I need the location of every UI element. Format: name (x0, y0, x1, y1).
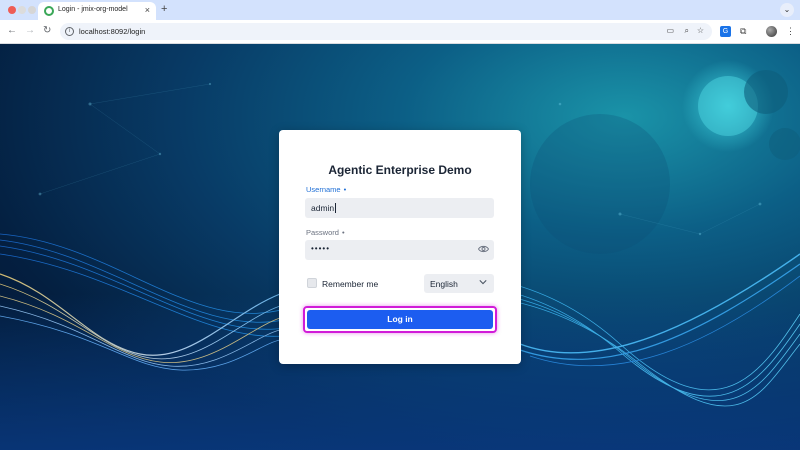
forward-icon[interactable]: → (25, 25, 35, 37)
new-tab-button[interactable]: + (161, 3, 167, 15)
favicon-icon (44, 6, 54, 16)
minimize-window-button[interactable] (18, 6, 26, 14)
username-label-text: Username (306, 185, 341, 194)
zoom-icon[interactable]: ⌕ (685, 26, 689, 36)
extensions-icon[interactable]: ⧉ (740, 26, 746, 37)
login-button[interactable]: Log in (307, 310, 493, 329)
required-indicator: • (343, 185, 347, 194)
browser-tabstrip: Login - jmix-org-model × + ⌄ (0, 0, 800, 20)
remember-me-checkbox[interactable] (307, 278, 317, 288)
reload-icon[interactable]: ↻ (43, 25, 51, 37)
browser-toolbar: ← → ↻ i localhost:8092/login ▭ ⌕ ☆ G ⧉ ⋮ (0, 20, 800, 44)
required-indicator: • (341, 228, 345, 237)
chevron-down-icon (479, 280, 487, 285)
profile-avatar[interactable] (766, 26, 777, 37)
address-bar[interactable]: i localhost:8092/login ▭ ⌕ ☆ (60, 23, 712, 40)
url-text[interactable]: localhost:8092/login (79, 27, 145, 36)
show-password-icon[interactable] (478, 245, 489, 253)
browser-tab[interactable]: Login - jmix-org-model × (38, 2, 156, 20)
username-value-text: admin (311, 203, 335, 213)
remember-me-label[interactable]: Remember me (322, 279, 378, 289)
close-window-button[interactable] (8, 6, 16, 14)
back-icon[interactable]: ← (7, 25, 17, 37)
username-field[interactable]: admin (305, 198, 494, 218)
translate-icon[interactable]: G (720, 26, 731, 37)
more-menu-icon[interactable]: ⋮ (786, 26, 795, 37)
cast-icon[interactable]: ▭ (666, 26, 674, 36)
username-value[interactable]: admin (311, 203, 337, 213)
login-form: Agentic Enterprise Demo Username • admin … (279, 130, 521, 364)
username-label: Username • (306, 185, 346, 194)
text-caret (335, 203, 337, 213)
language-value: English (430, 279, 458, 289)
password-label-text: Password (306, 228, 339, 237)
password-value[interactable]: ••••• (311, 244, 330, 253)
tab-search-icon[interactable]: ⌄ (780, 3, 794, 17)
tab-title: Login - jmix-org-model (58, 6, 128, 13)
password-label: Password • (306, 228, 345, 237)
bookmark-star-icon[interactable]: ☆ (697, 26, 704, 36)
tab-close-icon[interactable]: × (145, 5, 150, 15)
password-field[interactable]: ••••• (305, 240, 494, 260)
page-title: Agentic Enterprise Demo (328, 163, 472, 177)
maximize-window-button[interactable] (28, 6, 36, 14)
site-info-icon[interactable]: i (65, 27, 74, 36)
language-select[interactable]: English (424, 274, 494, 293)
